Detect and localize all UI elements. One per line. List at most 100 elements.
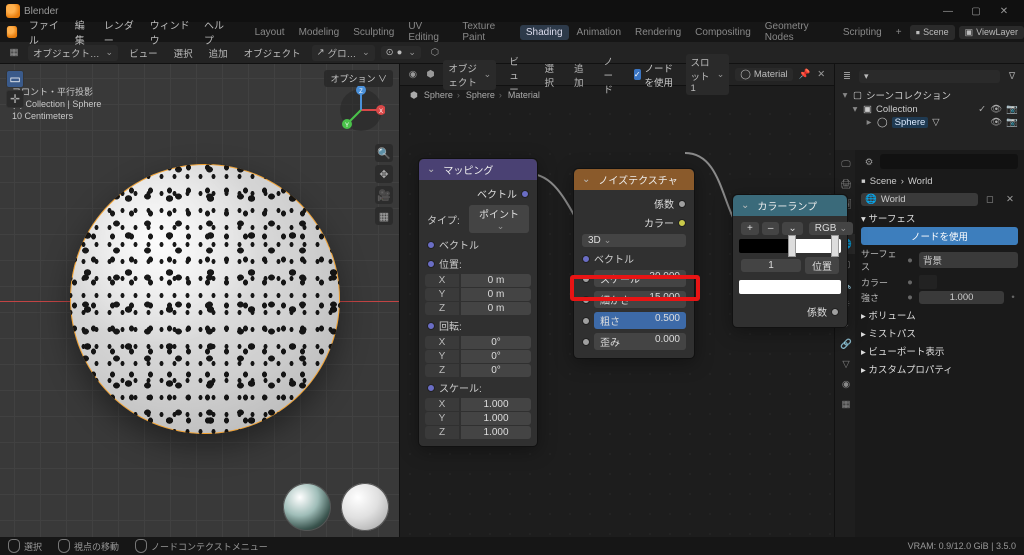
outliner-type-icon[interactable]: ≣ bbox=[839, 68, 855, 84]
panel-custom[interactable]: ▸ カスタムプロパティ bbox=[861, 362, 1018, 376]
vp-menu-select[interactable]: 選択 bbox=[169, 44, 198, 62]
tab-rendering[interactable]: Rendering bbox=[629, 25, 687, 40]
noise-detail[interactable]: 細かさ15.000 bbox=[594, 291, 686, 308]
vp-menu-object[interactable]: オブジェクト bbox=[239, 44, 306, 62]
tool-cursor-icon[interactable]: ✛ bbox=[6, 90, 24, 108]
bc-sphere-1[interactable]: Sphere bbox=[424, 90, 460, 100]
app-icon[interactable] bbox=[7, 26, 17, 38]
filter-icon[interactable]: ∇ bbox=[1004, 68, 1020, 84]
noise-dim[interactable]: 3D bbox=[582, 234, 686, 247]
material-datablock[interactable]: ◯ Material bbox=[735, 68, 792, 81]
material-preview-hdri[interactable] bbox=[283, 483, 331, 531]
ramp-add[interactable]: + bbox=[741, 222, 759, 235]
tab-sculpting[interactable]: Sculpting bbox=[347, 25, 400, 40]
node-noise-texture[interactable]: ノイズテクスチャ 係数 カラー 3D ベクトル スケール30.000 細かさ15… bbox=[573, 168, 695, 359]
socket-dot-icon[interactable]: ● bbox=[905, 255, 915, 266]
socket-icon[interactable] bbox=[678, 219, 686, 227]
window-maximize[interactable]: ▢ bbox=[962, 6, 990, 17]
vp-menu-add[interactable]: 追加 bbox=[204, 44, 233, 62]
viewport-3d[interactable]: オプション ∨ フロント・平行投影 (1) Collection | Spher… bbox=[0, 64, 400, 537]
ramp-menu[interactable]: ⌄ bbox=[782, 222, 802, 235]
mapping-rot-x[interactable]: 0° bbox=[461, 336, 531, 349]
ptab-data-icon[interactable]: ▽ bbox=[835, 354, 855, 374]
use-nodes-button[interactable]: ノードを使用 bbox=[861, 227, 1018, 245]
socket-dot-icon[interactable]: ● bbox=[905, 292, 915, 303]
viewlayer-selector[interactable]: ▣ ViewLayer bbox=[959, 26, 1024, 39]
world-datablock[interactable]: 🌐 World bbox=[861, 193, 978, 206]
mapping-rot-y[interactable]: 0° bbox=[461, 350, 531, 363]
socket-icon[interactable] bbox=[521, 190, 529, 198]
tool-select-icon[interactable]: ▭ bbox=[6, 70, 24, 88]
socket-icon[interactable] bbox=[678, 200, 686, 208]
snap-magnet-icon[interactable]: ⬡ bbox=[427, 45, 443, 61]
mapping-loc-z[interactable]: 0 m bbox=[461, 302, 531, 315]
mapping-type[interactable]: ポイント bbox=[469, 205, 529, 233]
panel-mist[interactable]: ▸ ミストパス bbox=[861, 326, 1018, 340]
slot-dropdown[interactable]: スロット1 bbox=[686, 54, 730, 95]
mapping-loc-x[interactable]: 0 m bbox=[461, 274, 531, 287]
shader-type-icon[interactable]: ⬢ bbox=[426, 67, 436, 83]
pivot-dropdown[interactable]: ⊙ ● bbox=[381, 46, 421, 59]
bc-world[interactable]: World bbox=[908, 176, 933, 187]
socket-icon[interactable] bbox=[427, 241, 435, 249]
zoom-icon[interactable]: 🔍 bbox=[375, 144, 393, 162]
tab-geonodes[interactable]: Geometry Nodes bbox=[759, 19, 835, 45]
menu-edit[interactable]: 編集 bbox=[70, 15, 97, 49]
node-menu-node[interactable]: ノード bbox=[599, 52, 626, 98]
orientation-dropdown[interactable]: ↗ グロ… bbox=[312, 45, 375, 61]
persp-toggle-icon[interactable]: ▦ bbox=[375, 207, 393, 225]
mapping-loc-y[interactable]: 0 m bbox=[461, 288, 531, 301]
ramp-color-swatch[interactable] bbox=[739, 280, 841, 294]
socket-icon[interactable] bbox=[427, 322, 435, 330]
ramp-index[interactable]: 1 bbox=[741, 259, 801, 272]
tab-layout[interactable]: Layout bbox=[249, 25, 291, 40]
window-close[interactable]: ✕ bbox=[990, 6, 1018, 17]
outliner-filter[interactable]: ▾ bbox=[859, 70, 1000, 83]
bc-scene[interactable]: Scene bbox=[870, 176, 897, 187]
node-menu-select[interactable]: 選択 bbox=[539, 59, 561, 91]
window-minimize[interactable]: — bbox=[934, 6, 962, 17]
camera-view-icon[interactable]: 🎥 bbox=[375, 186, 393, 204]
pin-icon[interactable]: 📌 bbox=[799, 67, 811, 83]
mapping-scale-x[interactable]: 1.000 bbox=[461, 398, 531, 411]
ramp-interp[interactable]: RGB bbox=[809, 222, 853, 235]
ptab-render-icon[interactable]: 🖵 bbox=[835, 154, 855, 174]
panel-surface[interactable]: ▾ サーフェス bbox=[861, 211, 1018, 225]
ramp-position[interactable]: 位置 bbox=[805, 257, 839, 274]
tab-anim[interactable]: Animation bbox=[571, 25, 627, 40]
tab-texpaint[interactable]: Texture Paint bbox=[456, 19, 517, 45]
socket-icon[interactable] bbox=[427, 260, 435, 268]
node-editor[interactable]: ◉ ⬢ オブジェクト ビュー 選択 追加 ノード ✓ ノードを使用 スロット1 … bbox=[400, 64, 834, 537]
bc-sphere-2[interactable]: Sphere bbox=[466, 90, 502, 100]
socket-icon[interactable] bbox=[831, 308, 839, 316]
outliner[interactable]: ≣ ▾ ∇ ▾▢ シーンコレクション ▾▣ Collection ✓👁📷 ▸◯ … bbox=[835, 64, 1024, 150]
socket-icon[interactable] bbox=[582, 317, 590, 325]
nav-gizmo[interactable]: X Z Y bbox=[337, 86, 385, 134]
tab-shading[interactable]: Shading bbox=[520, 25, 569, 40]
tab-compositing[interactable]: Compositing bbox=[689, 25, 757, 40]
properties-search[interactable] bbox=[880, 154, 1018, 169]
surface-shader[interactable]: 背景 bbox=[919, 252, 1018, 268]
prop-type-icon[interactable]: ⚙ bbox=[861, 154, 877, 170]
ptab-output-icon[interactable]: 🖨 bbox=[835, 174, 855, 194]
use-nodes-toggle[interactable]: ✓ ノードを使用 bbox=[634, 61, 678, 89]
keyframe-dot-icon[interactable]: • bbox=[1008, 292, 1018, 303]
editor-type-icon[interactable]: ▦ bbox=[6, 45, 22, 61]
material-preview-flat[interactable] bbox=[341, 483, 389, 531]
node-mapping[interactable]: マッピング ベクトル タイプ:ポイント ベクトル 位置: X0 m Y0 m Z… bbox=[418, 158, 538, 447]
noise-scale[interactable]: スケール30.000 bbox=[594, 270, 686, 287]
options-badge[interactable]: オプション ∨ bbox=[324, 70, 393, 87]
ptab-material-icon[interactable]: ◉ bbox=[835, 374, 855, 394]
ramp-remove[interactable]: – bbox=[762, 222, 780, 235]
tab-modeling[interactable]: Modeling bbox=[293, 25, 346, 40]
ramp-stop[interactable] bbox=[788, 235, 796, 257]
unlink-icon[interactable]: ✕ bbox=[1002, 191, 1018, 207]
outliner-collection[interactable]: ▾▣ Collection ✓👁📷 bbox=[839, 103, 1020, 116]
tab-uv[interactable]: UV Editing bbox=[402, 19, 454, 45]
socket-icon[interactable] bbox=[582, 296, 590, 304]
move-view-icon[interactable]: ✥ bbox=[375, 165, 393, 183]
world-color-swatch[interactable] bbox=[919, 275, 937, 289]
vp-menu-view[interactable]: ビュー bbox=[124, 44, 163, 62]
ptab-constraint-icon[interactable]: 🔗 bbox=[835, 334, 855, 354]
menu-file[interactable]: ファイル bbox=[24, 15, 68, 49]
